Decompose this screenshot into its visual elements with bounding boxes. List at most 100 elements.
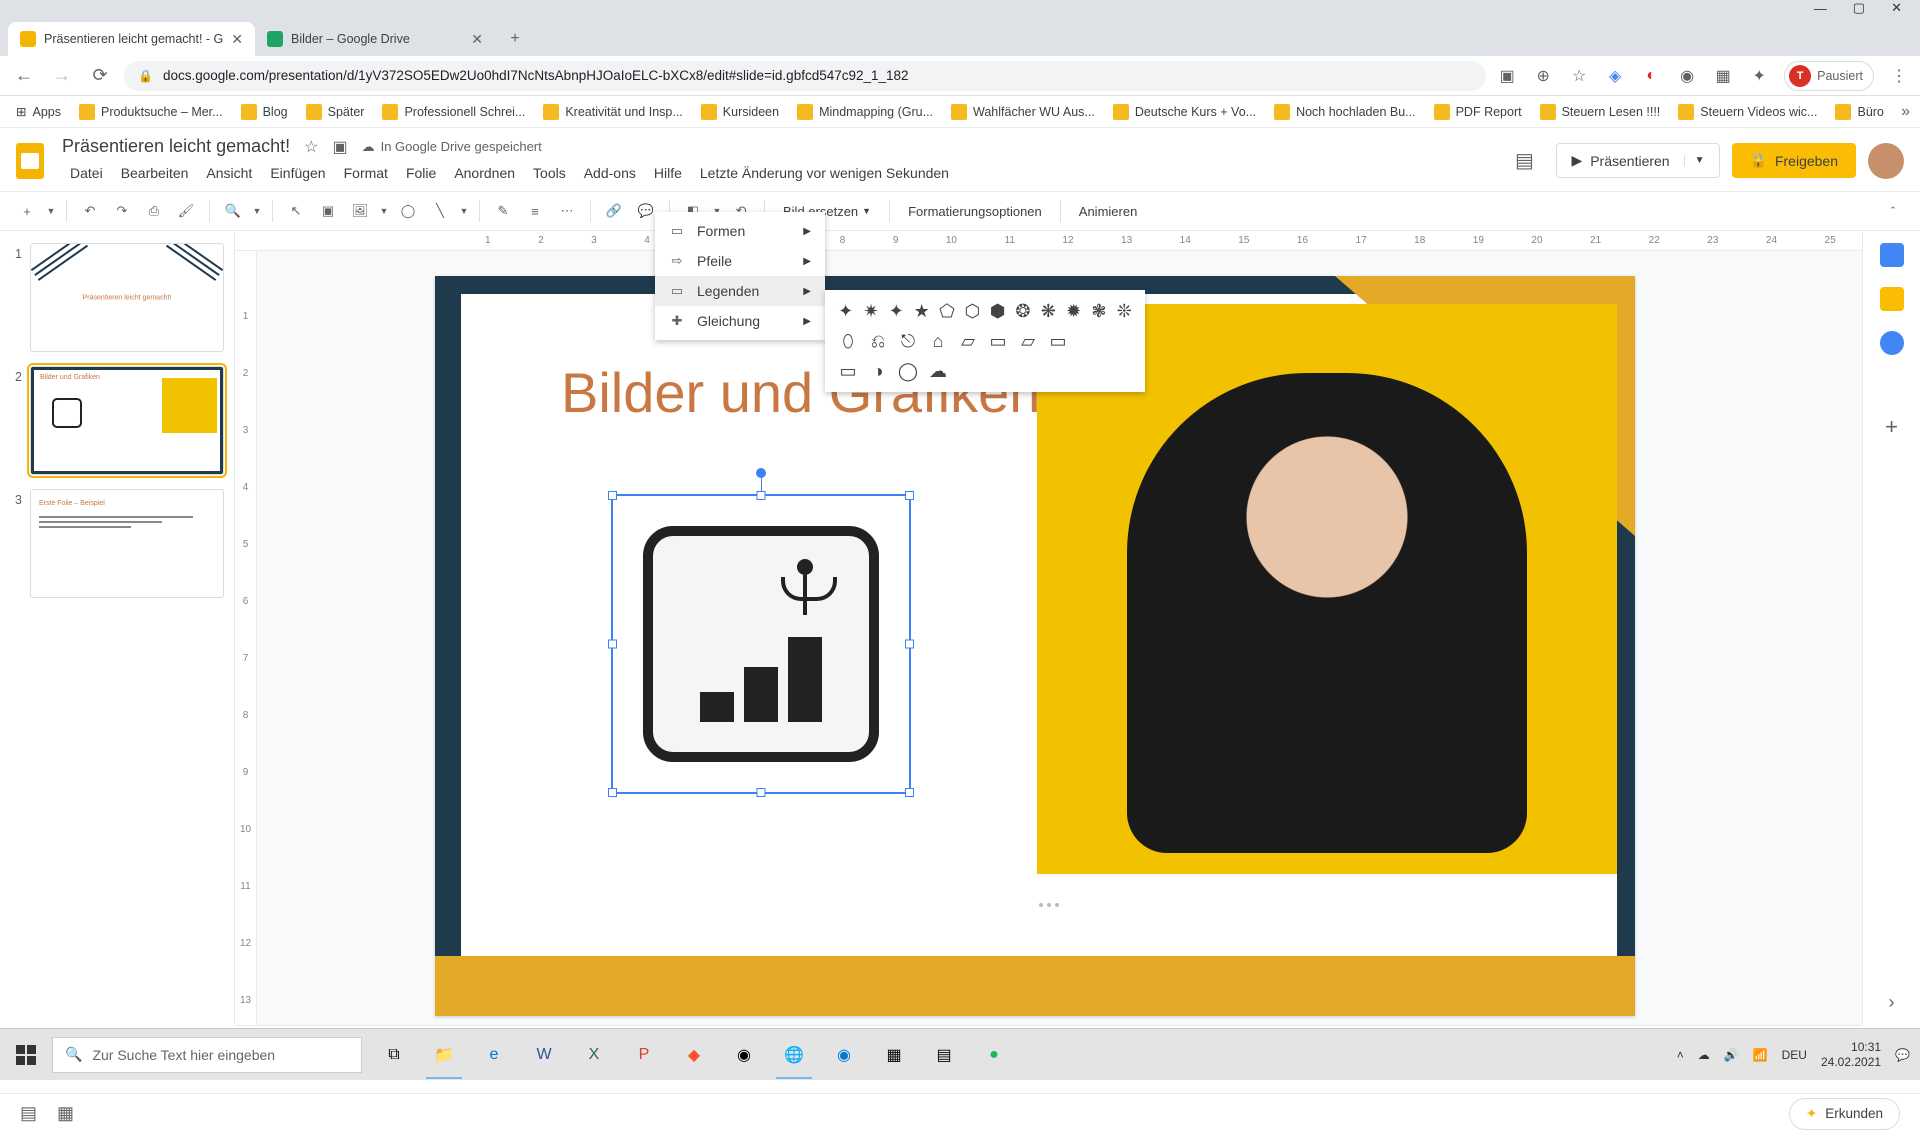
task-view-icon[interactable]: ⧉ xyxy=(370,1031,418,1079)
notes-drag-handle-icon[interactable] xyxy=(1039,903,1059,907)
volume-icon[interactable]: 🔊 xyxy=(1724,1048,1739,1062)
border-dash-button[interactable]: ⋯ xyxy=(552,196,582,226)
wifi-icon[interactable]: 📶 xyxy=(1753,1048,1768,1062)
menu-addons[interactable]: Add-ons xyxy=(576,161,644,185)
resize-handle-s[interactable] xyxy=(757,788,766,797)
menu-item-legenden[interactable]: ▭Legenden▶ xyxy=(655,276,825,306)
print-button[interactable]: ⎙ xyxy=(139,196,169,226)
shape-option[interactable]: ❂ xyxy=(1014,300,1031,322)
video-cam-icon[interactable]: ▣ xyxy=(1496,65,1518,87)
border-weight-button[interactable]: ≡ xyxy=(520,196,550,226)
browser-tab-2[interactable]: Bilder – Google Drive ✕ xyxy=(255,22,495,56)
new-slide-button[interactable]: + xyxy=(12,196,42,226)
format-options-button[interactable]: Formatierungsoptionen xyxy=(898,204,1052,219)
animate-button[interactable]: Animieren xyxy=(1069,204,1148,219)
line-button[interactable]: ╲ xyxy=(425,196,455,226)
obs-icon[interactable]: ◉ xyxy=(720,1031,768,1079)
shape-option[interactable]: ◯ xyxy=(897,360,919,382)
rotate-handle[interactable] xyxy=(756,468,766,478)
zoom-dropdown-icon[interactable]: ▼ xyxy=(250,196,264,226)
tray-chevron-icon[interactable]: ˄ xyxy=(1677,1048,1684,1062)
resize-handle-nw[interactable] xyxy=(608,491,617,500)
resize-handle-e[interactable] xyxy=(905,640,914,649)
app-icon-2[interactable]: ▤ xyxy=(920,1031,968,1079)
select-tool-button[interactable]: ↖ xyxy=(281,196,311,226)
star-icon[interactable]: ☆ xyxy=(304,137,318,157)
menu-item-gleichung[interactable]: ✚Gleichung▶ xyxy=(655,306,825,336)
shape-option[interactable]: ▱ xyxy=(1017,330,1039,352)
bookmark-item[interactable]: Später xyxy=(300,101,371,123)
add-addon-icon[interactable]: + xyxy=(1880,415,1904,439)
chrome-icon[interactable]: 🌐 xyxy=(770,1031,818,1079)
zoom-button[interactable]: 🔍 xyxy=(218,196,248,226)
browser-menu-icon[interactable]: ⋮ xyxy=(1888,65,1910,87)
menu-datei[interactable]: Datei xyxy=(62,161,111,185)
bookmark-item[interactable]: Wahlfächer WU Aus... xyxy=(945,101,1101,123)
forward-button[interactable]: → xyxy=(48,62,76,90)
edge-icon[interactable]: ◉ xyxy=(820,1031,868,1079)
menu-bearbeiten[interactable]: Bearbeiten xyxy=(113,161,197,185)
account-avatar[interactable] xyxy=(1868,143,1904,179)
bookmark-item[interactable]: Blog xyxy=(235,101,294,123)
edge-legacy-icon[interactable]: e xyxy=(470,1031,518,1079)
shape-option[interactable]: ❃ xyxy=(1090,300,1107,322)
back-button[interactable]: ← xyxy=(10,62,38,90)
brave-icon[interactable]: ◆ xyxy=(670,1031,718,1079)
word-icon[interactable]: W xyxy=(520,1031,568,1079)
menu-tools[interactable]: Tools xyxy=(525,161,574,185)
shape-option[interactable]: ◑ xyxy=(867,360,889,382)
hide-sidepanel-icon[interactable]: › xyxy=(1889,992,1895,1013)
tab-close-icon[interactable]: ✕ xyxy=(231,31,243,48)
resize-handle-w[interactable] xyxy=(608,640,617,649)
window-close-icon[interactable]: ✕ xyxy=(1891,0,1902,16)
bookmark-item[interactable]: Kursideen xyxy=(695,101,785,123)
resize-handle-se[interactable] xyxy=(905,788,914,797)
shape-option[interactable]: ▭ xyxy=(987,330,1009,352)
redo-button[interactable]: ↷ xyxy=(107,196,137,226)
comments-icon[interactable]: ▤ xyxy=(1504,141,1544,181)
explore-button[interactable]: ✦Erkunden xyxy=(1789,1098,1900,1130)
bookmark-item[interactable]: Professionell Schrei... xyxy=(376,101,531,123)
keep-icon[interactable] xyxy=(1880,287,1904,311)
bookmark-item[interactable]: Kreativität und Insp... xyxy=(537,101,688,123)
shape-option[interactable]: ✷ xyxy=(862,300,879,322)
ext-2-icon[interactable]: ◐ xyxy=(1640,65,1662,87)
window-minimize-icon[interactable]: — xyxy=(1814,1,1827,16)
powerpoint-icon[interactable]: P xyxy=(620,1031,668,1079)
menu-folie[interactable]: Folie xyxy=(398,161,444,185)
taskbar-search-input[interactable]: 🔍Zur Suche Text hier eingeben xyxy=(52,1037,362,1073)
collapse-toolbar-icon[interactable]: ˆ xyxy=(1878,196,1908,226)
shape-option[interactable]: ⬡ xyxy=(964,300,981,322)
textbox-button[interactable]: ▣ xyxy=(313,196,343,226)
shape-option[interactable]: ⌂ xyxy=(927,330,949,352)
present-dropdown-icon[interactable]: ▼ xyxy=(1684,155,1715,166)
address-bar[interactable]: 🔒 docs.google.com/presentation/d/1yV372S… xyxy=(124,61,1486,91)
shape-option[interactable]: ⬠ xyxy=(938,300,955,322)
shape-option[interactable]: ▭ xyxy=(1047,330,1069,352)
extensions-icon[interactable]: ✦ xyxy=(1748,65,1770,87)
language-indicator[interactable]: DEU xyxy=(1782,1048,1807,1062)
shape-button[interactable]: ◯ xyxy=(393,196,423,226)
border-color-button[interactable]: ✎ xyxy=(488,196,518,226)
shape-option[interactable]: ★ xyxy=(913,300,930,322)
apps-button[interactable]: ⊞Apps xyxy=(10,101,67,122)
menu-ansicht[interactable]: Ansicht xyxy=(198,161,260,185)
line-dropdown-icon[interactable]: ▼ xyxy=(457,196,471,226)
undo-button[interactable]: ↶ xyxy=(75,196,105,226)
new-slide-dropdown-icon[interactable]: ▼ xyxy=(44,196,58,226)
last-change-label[interactable]: Letzte Änderung vor wenigen Sekunden xyxy=(692,161,957,185)
drive-status[interactable]: ☁In Google Drive gespeichert xyxy=(362,139,542,155)
grid-view-icon[interactable]: ▦ xyxy=(57,1103,74,1124)
menu-item-pfeile[interactable]: ⇨Pfeile▶ xyxy=(655,246,825,276)
image-button[interactable]: 🖼 xyxy=(345,196,375,226)
bookmark-star-icon[interactable]: ☆ xyxy=(1568,65,1590,87)
menu-anordnen[interactable]: Anordnen xyxy=(446,161,523,185)
ext-4-icon[interactable]: ▦ xyxy=(1712,65,1734,87)
bookmarks-overflow-icon[interactable]: » xyxy=(1901,103,1910,121)
present-button[interactable]: ▶ Präsentieren ▼ xyxy=(1556,143,1719,178)
shape-option[interactable]: ✹ xyxy=(1065,300,1082,322)
selected-image[interactable] xyxy=(611,494,911,794)
shape-option[interactable]: ▱ xyxy=(957,330,979,352)
link-button[interactable]: 🔗 xyxy=(599,196,629,226)
start-button[interactable] xyxy=(0,1029,52,1081)
